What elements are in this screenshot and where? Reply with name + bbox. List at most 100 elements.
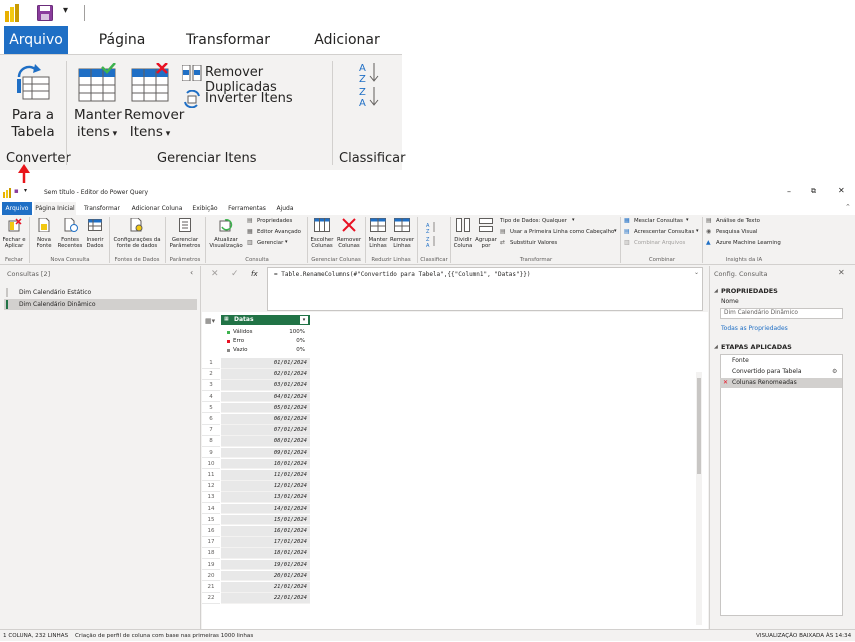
table-cell[interactable]: 22/01/2024	[221, 593, 310, 604]
pesquisa-visual-button[interactable]: ◉ Pesquisa Visual	[706, 228, 776, 237]
table-cell[interactable]: 14/01/2024	[221, 503, 310, 515]
tab-transformar[interactable]: Transformar	[80, 202, 124, 215]
table-row[interactable]: 10 10/01/2024	[202, 458, 310, 470]
substituir-valores-button[interactable]: ⇄ Substituir Valores	[500, 239, 570, 248]
table-row[interactable]: 3 03/01/2024	[202, 380, 310, 391]
formula-bar[interactable]: = Table.RenameColumns(#"Convertido para …	[267, 267, 703, 311]
tab-pagina-inicial[interactable]: Página Inicial	[34, 202, 76, 215]
query-name-input[interactable]: Dim Calendário Dinâmico	[720, 308, 843, 319]
table-cell[interactable]: 21/01/2024	[221, 582, 310, 593]
sort-ascending-button[interactable]: AZ	[357, 61, 381, 85]
table-cell[interactable]: 04/01/2024	[221, 391, 310, 403]
all-properties-link[interactable]: Todas as Propriedades	[721, 325, 788, 332]
tab-arquivo[interactable]: Arquivo	[2, 202, 32, 215]
table-row[interactable]: 18 18/01/2024	[202, 548, 310, 559]
table-row[interactable]: 11 11/01/2024	[202, 470, 310, 481]
dividir-coluna-button[interactable]: Dividir Coluna	[452, 217, 474, 255]
nova-fonte-button[interactable]: Nova Fonte	[33, 217, 55, 255]
table-row[interactable]: 9 09/01/2024	[202, 447, 310, 459]
table-cell[interactable]: 15/01/2024	[221, 514, 310, 526]
table-cell[interactable]: 13/01/2024	[221, 492, 310, 503]
editor-avancado-button[interactable]: ▦ Editor Avançado	[247, 228, 307, 237]
fontes-recentes-button[interactable]: Fontes Recentes	[57, 217, 83, 255]
tab-ajuda[interactable]: Ajuda	[272, 202, 298, 215]
tab-adicionar-coluna[interactable]: Adicionar Coluna	[128, 202, 186, 215]
table-row[interactable]: 1 01/01/2024	[202, 358, 310, 369]
column-filter-icon[interactable]: ▾	[300, 316, 308, 324]
agrupar-por-button[interactable]: Agrupar por	[475, 217, 497, 255]
ribbon-collapse-icon[interactable]: ⌃	[845, 203, 851, 211]
check-icon[interactable]: ✓	[231, 269, 239, 279]
table-cell[interactable]: 09/01/2024	[221, 447, 310, 459]
table-row[interactable]: 15 15/01/2024	[202, 514, 310, 526]
table-cell[interactable]: 18/01/2024	[221, 548, 310, 559]
zoom-tab-arquivo[interactable]: Arquivo	[4, 26, 68, 54]
table-row[interactable]: 16 16/01/2024	[202, 526, 310, 537]
table-cell[interactable]: 11/01/2024	[221, 470, 310, 481]
table-cell[interactable]: 16/01/2024	[221, 526, 310, 537]
table-cell[interactable]: 02/01/2024	[221, 369, 310, 380]
delete-step-icon[interactable]: ✕	[723, 378, 728, 388]
qat-dropdown-icon[interactable]: ▾	[63, 5, 68, 16]
table-cell[interactable]: 12/01/2024	[221, 481, 310, 492]
combinar-arquivos-button[interactable]: ▥ Combinar Arquivos	[624, 239, 694, 248]
chevron-down-icon[interactable]: ◢	[714, 344, 718, 350]
applied-step-selected[interactable]: ✕ Colunas Renomeadas	[720, 378, 842, 388]
collapse-pane-icon[interactable]: ‹	[190, 268, 193, 277]
column-type-icon[interactable]: ▦	[224, 316, 229, 322]
close-pane-icon[interactable]: ✕	[838, 268, 845, 277]
table-cell[interactable]: 06/01/2024	[221, 414, 310, 425]
primeira-linha-cabecalho-button[interactable]: ▤ Usar a Primeira Linha como Cabeçalho ▾	[500, 228, 620, 237]
remover-colunas-button[interactable]: Remover Colunas	[336, 217, 362, 255]
table-row[interactable]: 12 12/01/2024	[202, 481, 310, 492]
table-cell[interactable]: 10/01/2024	[221, 458, 310, 470]
tab-ferramentas[interactable]: Ferramentas	[226, 202, 268, 215]
propriedades-button[interactable]: ▤ Propriedades	[247, 217, 307, 226]
cancel-icon[interactable]: ✕	[211, 269, 219, 279]
query-item-selected[interactable]: Dim Calendário Dinâmico	[4, 299, 197, 310]
maximize-icon[interactable]: ⧉	[811, 187, 816, 196]
manter-itens-button[interactable]: Manter itens ▾	[74, 59, 122, 145]
inserir-dados-button[interactable]: Inserir Dados	[84, 217, 106, 255]
azure-ml-button[interactable]: ▲ Azure Machine Learning	[706, 239, 786, 248]
table-cell[interactable]: 01/01/2024	[221, 358, 310, 369]
gear-icon[interactable]: ⚙	[832, 367, 837, 377]
table-row[interactable]: 7 07/01/2024	[202, 425, 310, 436]
sort-asc-small-button[interactable]: AZ	[426, 218, 438, 235]
scrollbar-thumb[interactable]	[697, 378, 701, 474]
table-row[interactable]: 6 06/01/2024	[202, 414, 310, 425]
table-cell[interactable]: 08/01/2024	[221, 436, 310, 447]
qat-dropdown-icon[interactable]: ▾	[24, 187, 27, 194]
zoom-tab-pagina-inicial[interactable]: Página Inicial	[78, 26, 166, 76]
remover-duplicadas-button[interactable]: Remover Duplicadas	[180, 63, 328, 95]
analise-texto-button[interactable]: ▤ Análise de Texto	[706, 217, 776, 226]
table-row[interactable]: 17 17/01/2024	[202, 537, 310, 548]
gerenciar-parametros-button[interactable]: Gerenciar Parâmetros	[167, 217, 203, 255]
save-icon[interactable]: ▪	[14, 187, 19, 195]
remover-itens-button[interactable]: Remover Itens ▾	[124, 59, 184, 145]
mesclar-consultas-button[interactable]: ▦ Mesclar Consultas ▾	[624, 217, 696, 226]
table-cell[interactable]: 19/01/2024	[221, 559, 310, 571]
expand-formula-icon[interactable]: ⌄	[694, 269, 699, 276]
save-icon[interactable]	[37, 5, 53, 21]
chevron-down-icon[interactable]: ◢	[714, 288, 718, 294]
query-item[interactable]: Dim Calendário Estático	[4, 287, 197, 298]
table-cell[interactable]: 17/01/2024	[221, 537, 310, 548]
column-header-datas[interactable]: ▦ Datas ▾	[221, 315, 310, 325]
fechar-aplicar-button[interactable]: Fechar e Aplicar	[2, 217, 26, 255]
remover-linhas-button[interactable]: Remover Linhas	[390, 217, 414, 255]
atualizar-visualizacao-button[interactable]: Atualizar Visualização	[207, 217, 245, 255]
zoom-tab-transformar[interactable]: Transformar	[185, 26, 271, 54]
close-icon[interactable]: ✕	[838, 186, 845, 195]
gerenciar-button[interactable]: ▥ Gerenciar ▾	[247, 239, 307, 248]
inverter-itens-button[interactable]: Inverter Itens	[180, 89, 328, 109]
table-row[interactable]: 20 20/01/2024	[202, 570, 310, 582]
table-row[interactable]: 4 04/01/2024	[202, 391, 310, 403]
applied-step[interactable]: Fonte	[720, 356, 842, 366]
table-row[interactable]: 19 19/01/2024	[202, 559, 310, 571]
table-cell[interactable]: 07/01/2024	[221, 425, 310, 436]
table-row[interactable]: 8 08/01/2024	[202, 436, 310, 447]
table-cell[interactable]: 05/01/2024	[221, 402, 310, 414]
config-fonte-button[interactable]: Configurações da fonte de dados	[111, 217, 163, 255]
applied-step[interactable]: Convertido para Tabela ⚙	[720, 367, 842, 377]
